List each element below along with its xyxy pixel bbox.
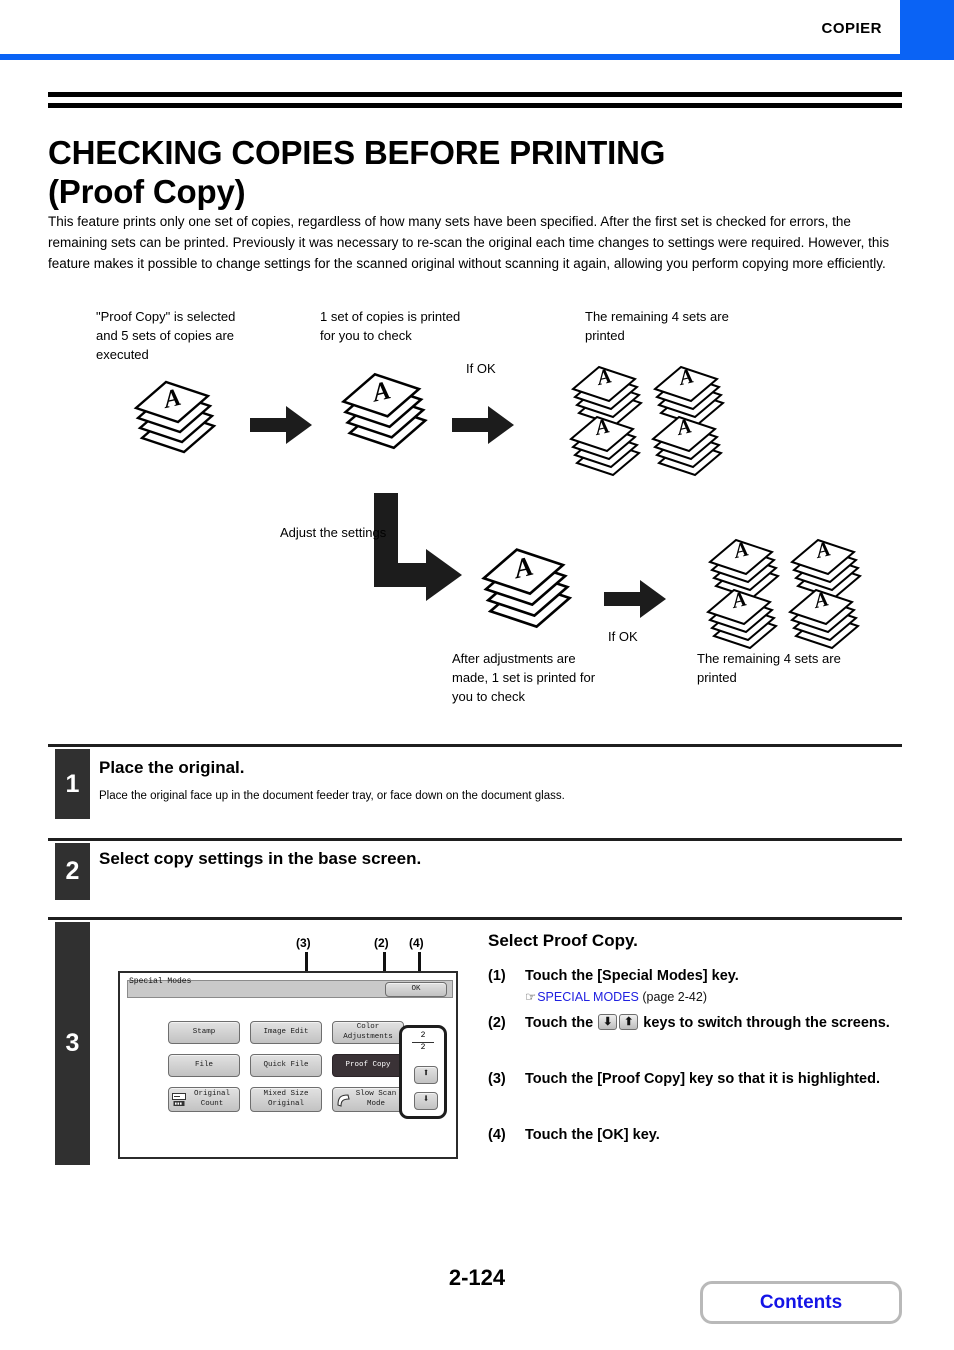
pointing-hand-icon: ☞ xyxy=(525,990,537,1004)
step-3-item-2: (2) Touch the ⬇ ⬆ keys to switch through … xyxy=(488,1014,906,1034)
flow-arrow-3-icon xyxy=(604,580,666,618)
arrow-down-icon: ⬇ xyxy=(603,1016,613,1028)
header-rule xyxy=(0,54,954,60)
inline-page-down-key[interactable]: ⬇ xyxy=(598,1014,618,1030)
step-3-item-4: (4) Touch the [OK] key. xyxy=(488,1126,906,1146)
title-rule-bottom xyxy=(48,103,902,108)
header-accent-block xyxy=(900,0,954,54)
ok-key[interactable]: OK xyxy=(385,982,447,997)
special-modes-page: (page 2-42) xyxy=(642,990,707,1004)
figure-caption-d: After adjustments are made, 1 set is pri… xyxy=(452,651,596,704)
section-label: COPIER xyxy=(821,20,882,37)
figure-adjust-label: Adjust the settings xyxy=(280,525,387,540)
step-2-number: 2 xyxy=(55,843,90,900)
figure-if-ok-bottom: If OK xyxy=(608,629,638,644)
step-3-item-2-suffix: keys to switch through the screens. xyxy=(643,1015,890,1031)
special-modes-link[interactable]: SPECIAL MODES xyxy=(537,990,639,1004)
step-3-item-4-number: (4) xyxy=(488,1127,506,1143)
step-3-item-2-text: Touch the ⬇ ⬆ keys to switch through the … xyxy=(525,1014,906,1034)
proof-copy-flow-diagram: "Proof Copy" is selected and 5 sets of c… xyxy=(0,298,954,728)
callout-label-2: (2) xyxy=(374,936,389,950)
step-3-item-2-number: (2) xyxy=(488,1015,506,1031)
callout-label-4: (4) xyxy=(409,936,424,950)
page-total: 2 xyxy=(420,1042,426,1052)
page-current: 2 xyxy=(420,1031,426,1040)
key-quick-file[interactable]: Quick File xyxy=(250,1054,322,1077)
paper-stack-group-1: A A A A xyxy=(568,363,726,477)
intro-paragraph: This feature prints only one set of copi… xyxy=(48,214,890,271)
key-mixed-size-original[interactable]: Mixed Size Original xyxy=(250,1087,322,1112)
step-1-body: Place the original face up in the docume… xyxy=(99,790,565,802)
step-3-number: 3 xyxy=(55,922,90,1165)
special-modes-reference: ☞SPECIAL MODES (page 2-42) xyxy=(525,989,707,1004)
page-title-line1: CHECKING COPIES BEFORE PRINTING xyxy=(48,134,666,172)
figure-caption-a: "Proof Copy" is selected and 5 sets of c… xyxy=(96,309,236,362)
paper-stack-group-2: A A A A xyxy=(705,536,863,650)
key-slow-scan-mode-label: Slow Scan Mode xyxy=(355,1090,397,1108)
step-1-number: 1 xyxy=(55,749,90,819)
key-original-count-label: Original Count xyxy=(193,1090,230,1108)
special-modes-screen: Special Modes OK Stamp Image Edit Color … xyxy=(118,971,458,1159)
page-header: COPIER xyxy=(0,0,954,60)
lcd-screen-title: Special Modes xyxy=(129,977,192,986)
key-file[interactable]: File xyxy=(168,1054,240,1077)
paper-stack-single-1: A xyxy=(133,380,217,454)
step-3-item-2-prefix: Touch the xyxy=(525,1015,594,1031)
figure-caption-b: 1 set of copies is printed for you to ch… xyxy=(320,309,461,343)
step-2-rule xyxy=(48,838,902,841)
step-1-rule xyxy=(48,744,902,747)
title-rule-top xyxy=(48,92,902,97)
inline-page-up-key[interactable]: ⬆ xyxy=(619,1014,639,1030)
key-stamp[interactable]: Stamp xyxy=(168,1021,240,1044)
figure-if-ok-top: If OK xyxy=(466,361,496,376)
step-3-item-4-text: Touch the [OK] key. xyxy=(525,1127,660,1143)
step-2-heading: Select copy settings in the base screen. xyxy=(99,849,422,868)
flow-arrow-elbow-icon xyxy=(374,493,462,601)
arrow-up-icon: ⬆ xyxy=(624,1016,634,1028)
arrow-up-icon: ⬆ xyxy=(422,1068,430,1081)
step-3-item-1-text: Touch the [Special Modes] key. xyxy=(525,968,739,984)
page-up-key[interactable]: ⬆ xyxy=(414,1066,438,1084)
step-3-item-3-number: (3) xyxy=(488,1071,506,1087)
figure-caption-e: The remaining 4 sets are printed xyxy=(697,651,841,685)
step-3-item-3-text: Touch the [Proof Copy] key so that it is… xyxy=(525,1071,880,1087)
step-1-heading: Place the original. xyxy=(99,758,245,777)
page-title-line2: (Proof Copy) xyxy=(48,173,246,211)
paper-stack-single-3: A xyxy=(481,548,573,629)
page-title: CHECKING COPIES BEFORE PRINTING (Proof C… xyxy=(48,134,908,212)
flow-arrow-1-icon xyxy=(250,406,312,444)
step-3-rule xyxy=(48,917,902,920)
page-down-key[interactable]: ⬇ xyxy=(414,1092,438,1110)
page-switch-group: 2 2 ⬆ ⬇ xyxy=(399,1025,447,1119)
paper-stack-single-2: A xyxy=(340,372,428,450)
step-3-item-3: (3) Touch the [Proof Copy] key so that i… xyxy=(488,1070,906,1090)
contents-button[interactable]: Contents xyxy=(700,1281,902,1324)
flow-arrow-2-icon xyxy=(452,406,514,444)
key-proof-copy[interactable]: Proof Copy xyxy=(332,1054,404,1077)
key-image-edit[interactable]: Image Edit xyxy=(250,1021,322,1044)
step-3-heading: Select Proof Copy. xyxy=(488,931,638,950)
page-indicator: 2 2 xyxy=(402,1031,444,1053)
step-3-item-1-number: (1) xyxy=(488,968,506,984)
key-color-adjustments[interactable]: Color Adjustments xyxy=(332,1021,404,1044)
step-3-item-1: (1) Touch the [Special Modes] key. xyxy=(488,967,906,987)
key-slow-scan-mode[interactable]: Slow Scan Mode xyxy=(332,1087,404,1112)
slow-scan-icon xyxy=(337,1094,350,1107)
counter-icon xyxy=(172,1093,186,1106)
arrow-down-icon: ⬇ xyxy=(422,1094,430,1107)
figure-caption-c: The remaining 4 sets are printed xyxy=(585,309,729,343)
callout-label-3: (3) xyxy=(296,936,311,950)
key-original-count[interactable]: Original Count xyxy=(168,1087,240,1112)
